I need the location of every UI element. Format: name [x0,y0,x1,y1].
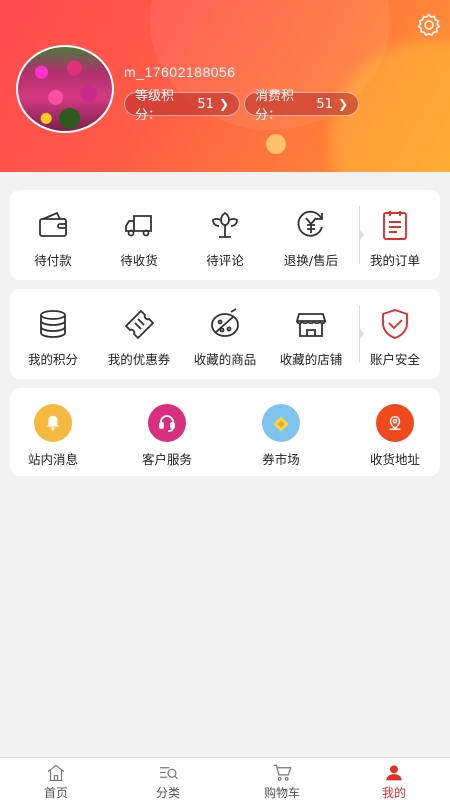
level-points-value: 51 [197,96,214,112]
order-label: 待付款 [34,253,72,268]
chevron-right-icon: ❯ [337,97,348,111]
tab-label: 我的 [381,786,406,800]
gear-icon[interactable] [416,12,442,38]
tab-label: 购物车 [263,786,300,800]
assets-card: 我的积分 我的优惠券 收藏的商品 收藏的店铺 账户安全 [10,289,440,379]
location-icon [376,404,414,442]
tab-label: 分类 [155,786,180,800]
asset-label: 我的积分 [27,352,78,367]
order-pending-review[interactable]: 待评论 [182,190,268,280]
service-label: 收货地址 [369,452,420,467]
shipping-address[interactable]: 收货地址 [352,388,438,476]
order-label: 待收货 [120,253,158,268]
my-points[interactable]: 我的积分 [10,289,96,379]
customer-service[interactable]: 客户服务 [124,388,210,476]
home-icon [47,764,65,782]
tab-cart[interactable]: 购物车 [226,758,338,800]
asset-label: 账户安全 [369,352,420,367]
my-coupons[interactable]: 我的优惠券 [96,289,182,379]
cart-icon [273,764,292,781]
username: m_17602188056 [124,64,236,80]
services-card: 站内消息 客户服务 券市场 收货地址 [10,388,440,476]
order-pending-receipt[interactable]: 待收货 [96,190,182,280]
favorite-stores[interactable]: 收藏的店铺 [268,289,354,379]
header-decoration-dot [266,134,286,154]
level-points-pill[interactable]: 等级积分： 51 ❯ [124,89,240,123]
tab-category[interactable]: 分类 [112,758,224,800]
yen-refund-icon [297,210,323,237]
order-refund-aftersale[interactable]: 退换/售后 [268,190,354,280]
truck-icon [125,215,152,237]
site-messages[interactable]: 站内消息 [10,388,96,476]
asset-label: 收藏的店铺 [279,352,343,367]
spend-points-value: 51 [316,96,333,112]
favorite-goods[interactable]: 收藏的商品 [182,289,268,379]
profile-header: m_17602188056 等级积分： 51 ❯ 消费积分： 51 ❯ [0,0,450,172]
coin-stack-icon [40,310,66,338]
headset-icon [148,404,186,442]
category-search-icon [160,767,178,780]
favorite-goods-icon [211,308,239,337]
order-pending-payment[interactable]: 待付款 [10,190,96,280]
service-label: 站内消息 [27,452,78,467]
account-security[interactable]: 账户安全 [352,289,438,379]
bell-icon [34,404,72,442]
order-label: 我的订单 [369,253,420,268]
ticket-icon [124,309,155,340]
orders-card: 待付款 待收货 待评论 退换/售后 我的订单 [10,190,440,280]
asset-label: 收藏的商品 [193,352,257,367]
coupon-market[interactable]: 券市场 [238,388,324,476]
order-label: 退换/售后 [283,253,339,268]
service-label: 客户服务 [141,452,192,467]
wallet-icon [39,211,67,237]
tab-mine[interactable]: 我的 [338,758,450,800]
chevron-right-icon: ❯ [218,97,229,111]
my-orders[interactable]: 我的订单 [352,190,438,280]
store-icon [295,313,327,337]
shield-check-icon [382,308,408,340]
user-icon [386,765,402,781]
spend-points-label: 消费积分： [255,89,295,123]
order-list-icon [383,211,407,240]
tab-label: 首页 [43,786,68,800]
level-points-label: 等级积分： [135,89,175,123]
bottom-tab-bar: 首页 分类 购物车 我的 [0,757,450,800]
tab-home[interactable]: 首页 [0,758,112,800]
avatar[interactable] [16,45,114,133]
order-label: 待评论 [206,253,244,268]
tulip-icon [212,211,238,238]
coupon-market-icon [262,404,300,442]
asset-label: 我的优惠券 [107,352,171,367]
spend-points-pill[interactable]: 消费积分： 51 ❯ [244,89,359,123]
service-label: 券市场 [262,452,300,467]
